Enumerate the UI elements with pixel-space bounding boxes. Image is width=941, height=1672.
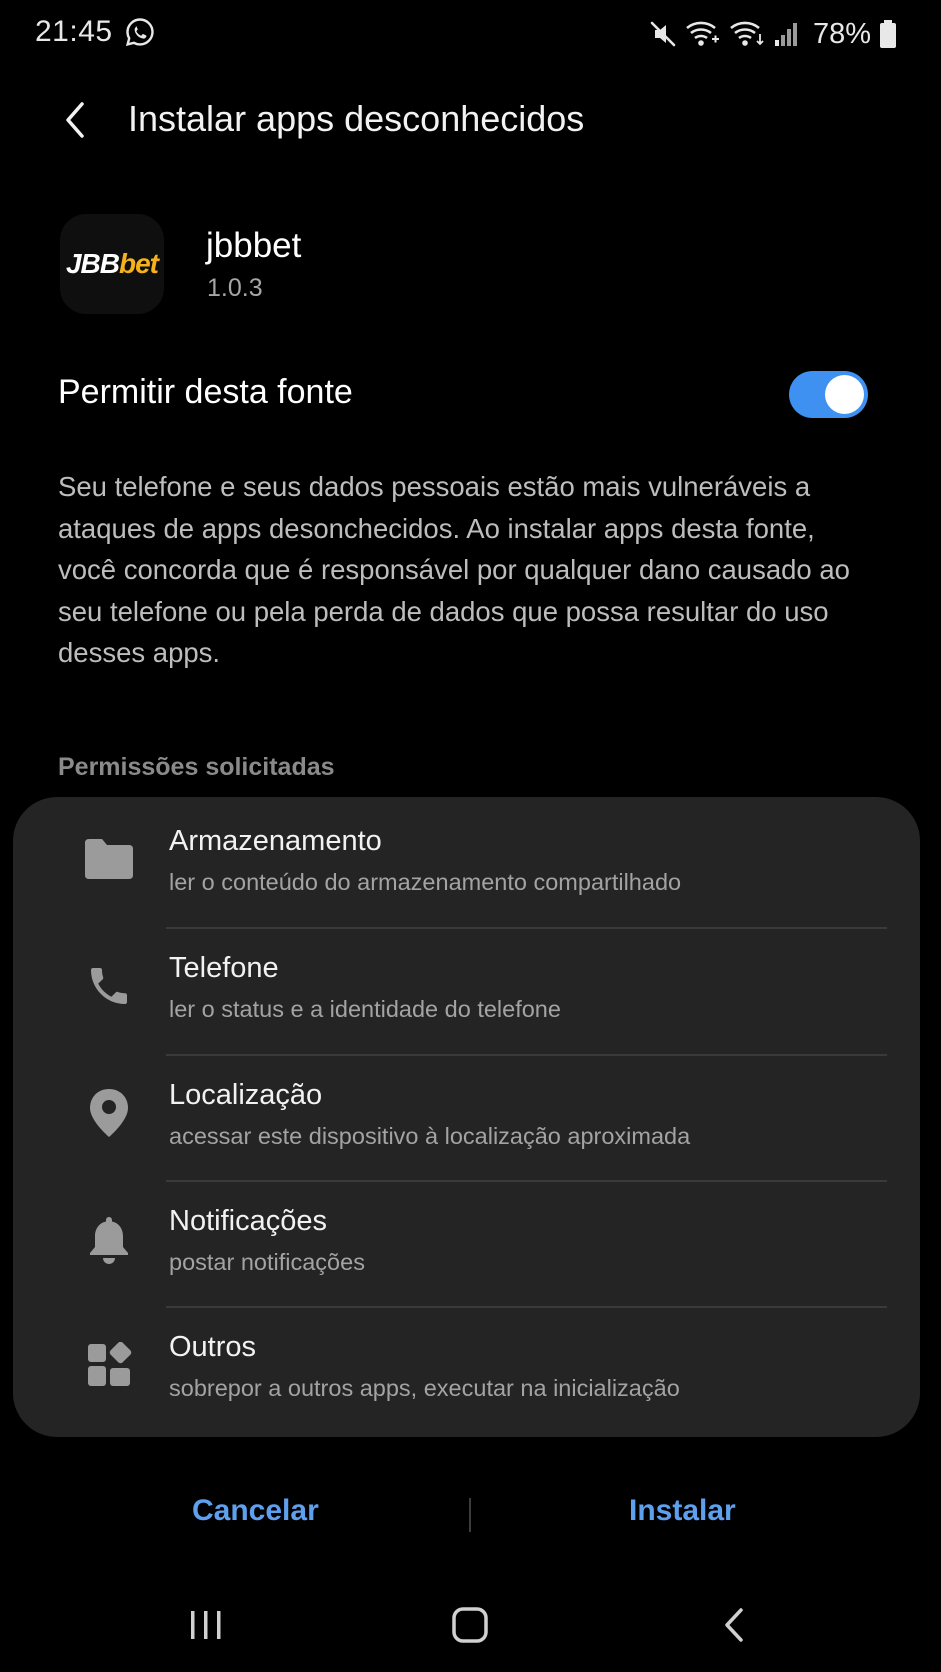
permission-description: ler o status e a identidade do telefone <box>169 996 561 1022</box>
logo-text-jbb: JBB <box>65 248 120 279</box>
permission-item-notifications: Notificações postar notificações <box>13 1177 920 1304</box>
system-nav-bar <box>0 1590 941 1660</box>
permission-description: postar notificações <box>169 1249 365 1275</box>
allow-source-label: Permitir desta fonte <box>58 373 353 411</box>
status-bar: 21:45 78% <box>0 0 941 68</box>
install-button[interactable]: Instalar <box>629 1494 736 1528</box>
permissions-header: Permissões solicitadas <box>58 753 335 781</box>
app-bar: Instalar apps desconhecidos <box>0 80 941 160</box>
back-icon[interactable] <box>704 1600 764 1650</box>
allow-source-row[interactable]: Permitir desta fonte <box>0 360 941 430</box>
wifi-icon <box>730 21 764 46</box>
warning-text: Seu telefone e seus dados pessoais estão… <box>58 471 850 668</box>
permission-description: sobrepor a outros apps, executar na inic… <box>169 1375 680 1401</box>
permission-item-others: Outros sobrepor a outros apps, executar … <box>13 1303 920 1430</box>
allow-source-toggle[interactable] <box>789 371 868 418</box>
location-pin-icon <box>71 1075 147 1151</box>
mute-icon <box>650 21 676 47</box>
whatsapp-icon <box>125 18 154 47</box>
app-name: jbbbet <box>206 226 302 265</box>
status-icons: 78% <box>649 14 897 54</box>
recent-apps-icon[interactable] <box>176 1600 236 1650</box>
widgets-icon <box>71 1327 147 1403</box>
permission-title: Localização <box>169 1079 323 1111</box>
divider <box>469 1498 471 1532</box>
battery-icon <box>880 20 896 48</box>
permission-title: Notificações <box>169 1205 327 1237</box>
permission-title: Telefone <box>169 952 279 984</box>
action-bar: Cancelar Instalar <box>0 1480 941 1550</box>
permission-description: acessar este dispositivo à localização a… <box>169 1123 691 1149</box>
permission-item-location: Localização acessar este dispositivo à l… <box>13 1051 920 1178</box>
permission-title: Outros <box>169 1331 257 1363</box>
signal-icon <box>774 23 797 46</box>
permissions-card: Armazenamento ler o conteúdo do armazena… <box>13 797 920 1437</box>
permission-description: ler o conteúdo do armazenamento comparti… <box>169 869 682 895</box>
app-version: 1.0.3 <box>207 274 263 302</box>
cancel-button[interactable]: Cancelar <box>192 1494 319 1528</box>
permission-item-phone: Telefone ler o status e a identidade do … <box>13 924 920 1051</box>
toggle-knob <box>825 375 864 414</box>
back-chevron-icon[interactable] <box>56 98 96 142</box>
permission-item-storage: Armazenamento ler o conteúdo do armazena… <box>13 797 920 924</box>
home-icon[interactable] <box>440 1600 500 1650</box>
bell-icon <box>71 1201 147 1277</box>
status-time: 21:45 <box>35 15 113 48</box>
battery-percent: 78% <box>812 17 871 50</box>
permission-title: Armazenamento <box>169 825 382 857</box>
logo-text-bet: bet <box>119 248 159 279</box>
page-title: Instalar apps desconhecidos <box>128 98 585 139</box>
phone-icon <box>71 948 147 1024</box>
folder-icon <box>71 821 147 897</box>
app-logo: JBB bet <box>60 214 164 314</box>
wifi-call-icon <box>686 21 719 46</box>
